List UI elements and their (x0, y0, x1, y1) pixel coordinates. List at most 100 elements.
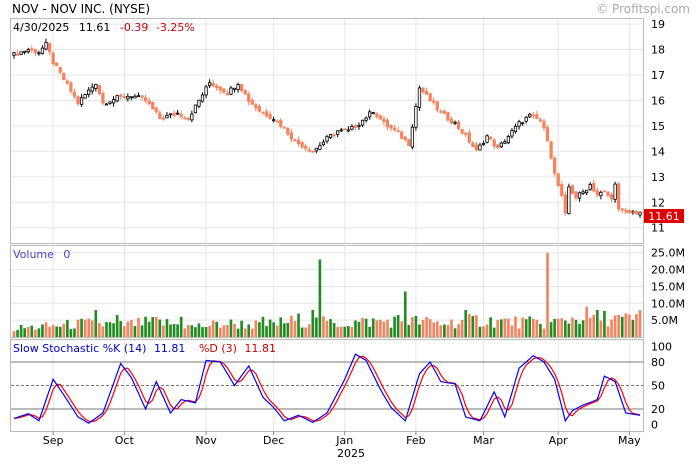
candle-body (321, 141, 326, 146)
candle-body (122, 96, 126, 99)
month-label: Feb (406, 434, 425, 447)
candle-body (190, 113, 194, 121)
volume-bar (23, 328, 26, 337)
volume-bar (450, 319, 453, 337)
volume-bar (19, 324, 23, 337)
volume-bar (446, 324, 450, 337)
candle-body (585, 189, 589, 194)
volume-bar (578, 323, 581, 337)
candle-body (378, 115, 382, 120)
price-tick-label: 11 (651, 222, 665, 235)
candle-body (456, 121, 461, 129)
volume-bar (183, 328, 187, 337)
price-tick-label: 18 (651, 44, 665, 57)
candle-body (396, 130, 400, 133)
volume-bar (83, 319, 87, 337)
candle-body (531, 114, 535, 117)
candle-body (499, 142, 503, 148)
candle-body (307, 149, 311, 152)
volume-bar (581, 320, 585, 337)
candle-body (58, 66, 62, 73)
candle-body (101, 92, 105, 104)
volume-bar (286, 322, 290, 337)
candle-body (197, 99, 201, 107)
last-price-label: 11.61 (648, 210, 680, 223)
volume-bar (322, 316, 325, 337)
candle (417, 85, 422, 111)
stoch-tick-label: 50 (651, 380, 665, 393)
volume-bar (574, 319, 578, 337)
volume-bar (218, 327, 222, 337)
volume-bar (66, 319, 69, 337)
volume-bar (379, 319, 382, 337)
volume-bar (201, 327, 204, 337)
candle-body (368, 111, 372, 118)
candle-body (37, 52, 41, 55)
volume-bar (311, 310, 315, 337)
candle-body (33, 49, 37, 54)
candle-body (172, 112, 176, 116)
candle-body (154, 107, 158, 113)
volume-bar (229, 319, 233, 337)
volume-bar (147, 321, 151, 337)
candle-body (471, 142, 475, 147)
candle-body (200, 94, 205, 102)
candle-body (424, 91, 429, 95)
candle (83, 93, 87, 99)
candle (407, 138, 411, 147)
candle-body (464, 133, 468, 135)
stoch-tick-label: 100 (651, 340, 672, 353)
volume-bar (521, 317, 524, 337)
stochastic-legend: Slow Stochastic %K (14) 11.81 %D (3) 11.… (13, 342, 276, 355)
volume-bar (354, 320, 357, 337)
candle (343, 128, 347, 131)
volume-bar (176, 324, 179, 337)
candle-body (432, 100, 436, 103)
candle-body (570, 185, 575, 194)
volume-bar (425, 317, 428, 337)
candle-body (595, 190, 599, 196)
quote-close: 11.61 (79, 21, 111, 34)
candle-body (421, 87, 425, 93)
volume-tick-label: 10.0M (651, 297, 685, 310)
price-tick-label: 12 (651, 196, 665, 209)
candle-body (83, 94, 87, 99)
volume-bar (151, 317, 155, 337)
volume-bar (290, 315, 293, 337)
month-label: May (618, 434, 641, 447)
candle-body (243, 90, 247, 95)
volume-bar (460, 320, 464, 337)
candle (51, 50, 55, 66)
candle-body (538, 119, 543, 122)
candle-body (186, 117, 190, 120)
volume-bar (307, 324, 311, 337)
volume-bar (169, 324, 172, 337)
candle-body (282, 126, 286, 129)
candle-body (524, 116, 528, 122)
volume-bar (599, 320, 603, 337)
candle-body (211, 82, 215, 87)
candle-body (517, 121, 521, 127)
candle-body (158, 112, 162, 119)
month-label: Nov (195, 434, 217, 447)
volume-bar (603, 310, 606, 337)
volume-bar (261, 316, 265, 337)
volume-bar (535, 319, 539, 337)
candle-body (222, 88, 226, 93)
volume-bar (236, 328, 240, 337)
candle-body (592, 183, 596, 192)
candle-body (446, 112, 450, 121)
candle (606, 191, 610, 197)
quote-change-pct: -3.25% (156, 21, 195, 34)
candle (563, 191, 567, 216)
volume-bar (595, 309, 599, 337)
candle-body (161, 117, 166, 120)
candle-body (151, 101, 155, 110)
volume-bar (58, 326, 62, 337)
volume-bar (467, 313, 471, 337)
price-tick-label: 14 (651, 145, 665, 158)
volume-bar (403, 291, 407, 337)
candle-body (332, 134, 336, 137)
candle-body (62, 73, 66, 81)
volume-bar (482, 326, 485, 337)
